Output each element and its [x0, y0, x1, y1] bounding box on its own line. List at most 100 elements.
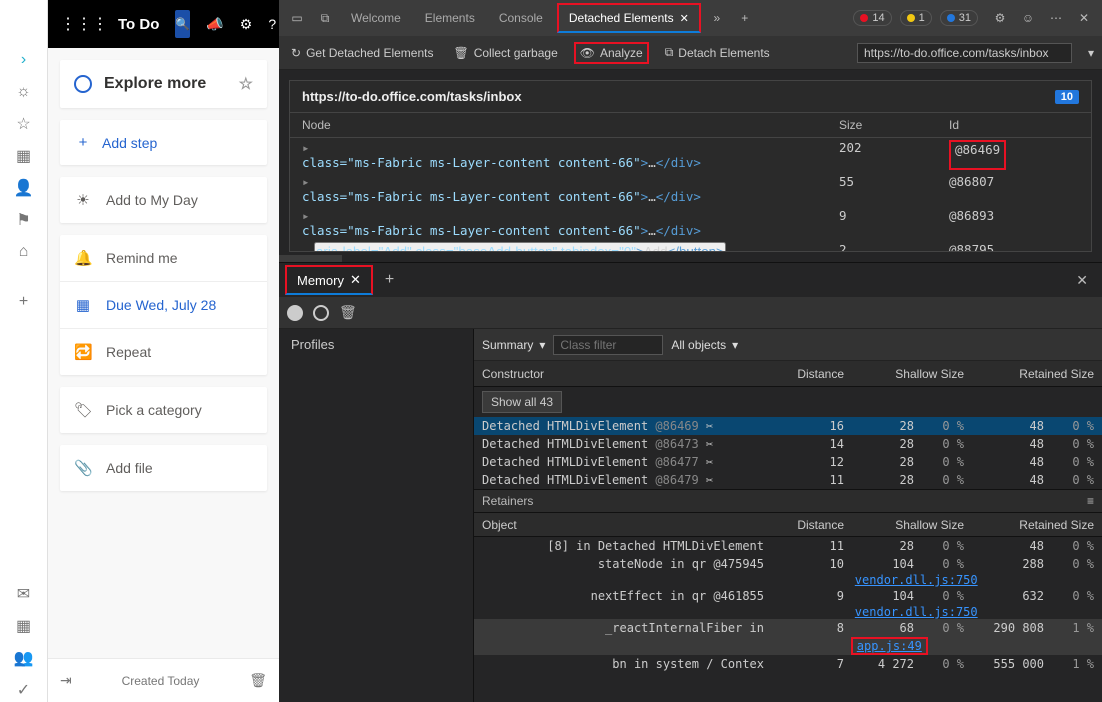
delete-icon[interactable]: 🗑	[249, 672, 267, 689]
my-day-button[interactable]: ☀ Add to My Day	[60, 177, 267, 223]
file-label: Add file	[106, 460, 153, 476]
detached-panel-title: https://to-do.office.com/tasks/inbox	[302, 89, 522, 104]
source-link[interactable]: vendor.dll.js:750	[851, 605, 982, 619]
detached-row[interactable]: aria-label="Add" class="baseAdd-button" …	[290, 240, 1091, 251]
info-count[interactable]: 31	[940, 10, 978, 26]
help-icon[interactable]: ?	[268, 16, 276, 32]
remind-button[interactable]: 🔔Remind me	[60, 235, 267, 281]
summary-dropdown[interactable]: Summary ▾	[482, 338, 545, 352]
feedback-icon[interactable]: ☺	[1016, 6, 1040, 30]
tab-welcome[interactable]: Welcome	[341, 3, 411, 33]
detached-row[interactable]: ▸class="ms-Fabric ms-Layer-content conte…	[290, 138, 1091, 172]
app-title: To Do	[118, 16, 159, 33]
settings-icon[interactable]: ⚙	[240, 16, 253, 33]
tab-detached-elements[interactable]: Detached Elements✕	[557, 3, 701, 33]
close-icon[interactable]: ✕	[680, 12, 689, 25]
record-icon[interactable]	[287, 305, 303, 321]
megaphone-icon[interactable]: 📣	[206, 16, 223, 33]
star-icon[interactable]: ☆	[12, 112, 36, 136]
plus-icon[interactable]: +	[12, 290, 36, 314]
attach-icon: 📎	[74, 459, 92, 477]
calendar-icon[interactable]: ▦	[12, 144, 36, 168]
bell-icon: 🔔	[74, 249, 92, 267]
objects-dropdown[interactable]: All objects ▾	[671, 338, 738, 352]
tag-icon: 🏷	[74, 401, 92, 419]
people-icon[interactable]: 👥	[12, 646, 36, 670]
due-date-button[interactable]: ▦Due Wed, July 28	[60, 281, 267, 328]
plus-icon: +	[74, 134, 92, 151]
retainer-row[interactable]: bn in system / Contex74 2720 %555 0001 %	[474, 655, 1102, 673]
show-all-button[interactable]: Show all 43	[482, 391, 562, 413]
close-drawer-icon[interactable]: ✕	[1068, 272, 1096, 289]
favorite-star-icon[interactable]: ☆	[239, 74, 253, 94]
detached-count-badge: 10	[1055, 90, 1079, 104]
close-devtools-icon[interactable]: ✕	[1072, 6, 1096, 30]
col-id: Id	[949, 118, 1079, 132]
retainer-row[interactable]: _reactInternalFiber in8680 %290 8081 %	[474, 619, 1102, 637]
more-icon[interactable]: ⋯	[1044, 6, 1068, 30]
tab-console[interactable]: Console	[489, 3, 553, 33]
schedule-card: 🔔Remind me ▦Due Wed, July 28 🔁Repeat	[60, 235, 267, 375]
complete-circle-icon[interactable]	[74, 75, 92, 93]
repeat-button[interactable]: 🔁Repeat	[60, 328, 267, 375]
check-icon[interactable]: ✓	[12, 678, 36, 702]
category-button[interactable]: 🏷 Pick a category	[60, 387, 267, 433]
dropdown-icon[interactable]: ▾	[1088, 46, 1094, 60]
error-count[interactable]: 14	[853, 10, 891, 26]
collect-garbage-button[interactable]: 🗑 Collect garbage	[449, 44, 561, 62]
source-link[interactable]: vendor.dll.js:750	[851, 573, 982, 587]
memory-row[interactable]: Detached HTMLDivElement @86473 ✂14280 %4…	[474, 435, 1102, 453]
person-icon[interactable]: 👤	[12, 176, 36, 200]
collapse-icon[interactable]: ⇥	[60, 672, 72, 689]
clear-icon[interactable]	[313, 305, 329, 321]
calendar2-icon[interactable]: ▦	[12, 614, 36, 638]
task-title-card[interactable]: Explore more ☆	[60, 60, 267, 108]
col-shallow: Shallow Size	[844, 518, 964, 532]
retainers-menu-icon[interactable]: ≡	[1087, 494, 1094, 508]
add-drawer-tab-icon[interactable]: +	[379, 271, 400, 289]
class-filter-input[interactable]	[553, 335, 663, 355]
add-file-button[interactable]: 📎 Add file	[60, 445, 267, 491]
memory-row[interactable]: Detached HTMLDivElement @86469 ✂16280 %4…	[474, 417, 1102, 435]
col-distance: Distance	[764, 518, 844, 532]
gear-icon[interactable]: ⚙	[988, 6, 1012, 30]
device-icon[interactable]: ⧉	[313, 6, 337, 30]
detached-row[interactable]: ▸class="ms-Fabric ms-Layer-content conte…	[290, 172, 1091, 206]
mail-icon[interactable]: ✉	[12, 582, 36, 606]
close-icon[interactable]: ✕	[350, 272, 361, 288]
retainer-row[interactable]: nextEffect in qr @46185591040 %6320 %	[474, 587, 1102, 605]
more-tabs-icon[interactable]: »	[705, 6, 729, 30]
tab-elements[interactable]: Elements	[415, 3, 485, 33]
search-button[interactable]: 🔍	[175, 10, 190, 38]
sun-icon[interactable]: ☼	[12, 80, 36, 104]
retainers-table-header: Object Distance Shallow Size Retained Si…	[474, 513, 1102, 537]
memory-row[interactable]: Detached HTMLDivElement @86477 ✂12280 %4…	[474, 453, 1102, 471]
add-step-label: Add step	[102, 135, 157, 151]
profiles-pane: Profiles	[279, 329, 474, 702]
trash-icon[interactable]: 🗑	[339, 304, 357, 321]
inspect-icon[interactable]: ▭	[285, 6, 309, 30]
tab-memory[interactable]: Memory✕	[285, 265, 373, 295]
add-tab-icon[interactable]: +	[733, 6, 757, 30]
flag-icon[interactable]: ⚑	[12, 208, 36, 232]
detach-elements-button[interactable]: ⧉ Detach Elements	[661, 43, 774, 62]
get-detached-button[interactable]: ↻ Get Detached Elements	[287, 44, 437, 62]
retainer-row[interactable]: stateNode in qr @475945101040 %2880 %	[474, 555, 1102, 573]
memory-toolbar: 🗑	[279, 297, 1102, 329]
add-step-button[interactable]: + Add step	[60, 120, 267, 165]
url-box[interactable]: https://to-do.office.com/tasks/inbox	[857, 43, 1072, 63]
home-icon[interactable]: ⌂	[12, 240, 36, 264]
sun-icon: ☀	[74, 191, 92, 209]
memory-row[interactable]: Detached HTMLDivElement @86479 ✂11280 %4…	[474, 471, 1102, 489]
detached-row[interactable]: ▸class="ms-Fabric ms-Layer-content conte…	[290, 206, 1091, 240]
retainer-row[interactable]: [8] in Detached HTMLDivElement11280 %480…	[474, 537, 1102, 555]
detached-rows: ▸class="ms-Fabric ms-Layer-content conte…	[290, 138, 1091, 251]
source-link[interactable]: app.js:49	[851, 637, 928, 655]
app-launcher-icon[interactable]: ⋮⋮⋮	[60, 14, 108, 34]
analyze-button[interactable]: 👁 Analyze	[574, 42, 649, 64]
app-icon-rail: › ☼ ☆ ▦ 👤 ⚑ ⌂ + ✉ ▦ 👥 ✓	[0, 0, 48, 702]
warning-count[interactable]: 1	[900, 10, 932, 26]
chevron-right-icon[interactable]: ›	[12, 48, 36, 72]
my-day-label: Add to My Day	[106, 192, 198, 208]
col-object: Object	[482, 518, 764, 532]
